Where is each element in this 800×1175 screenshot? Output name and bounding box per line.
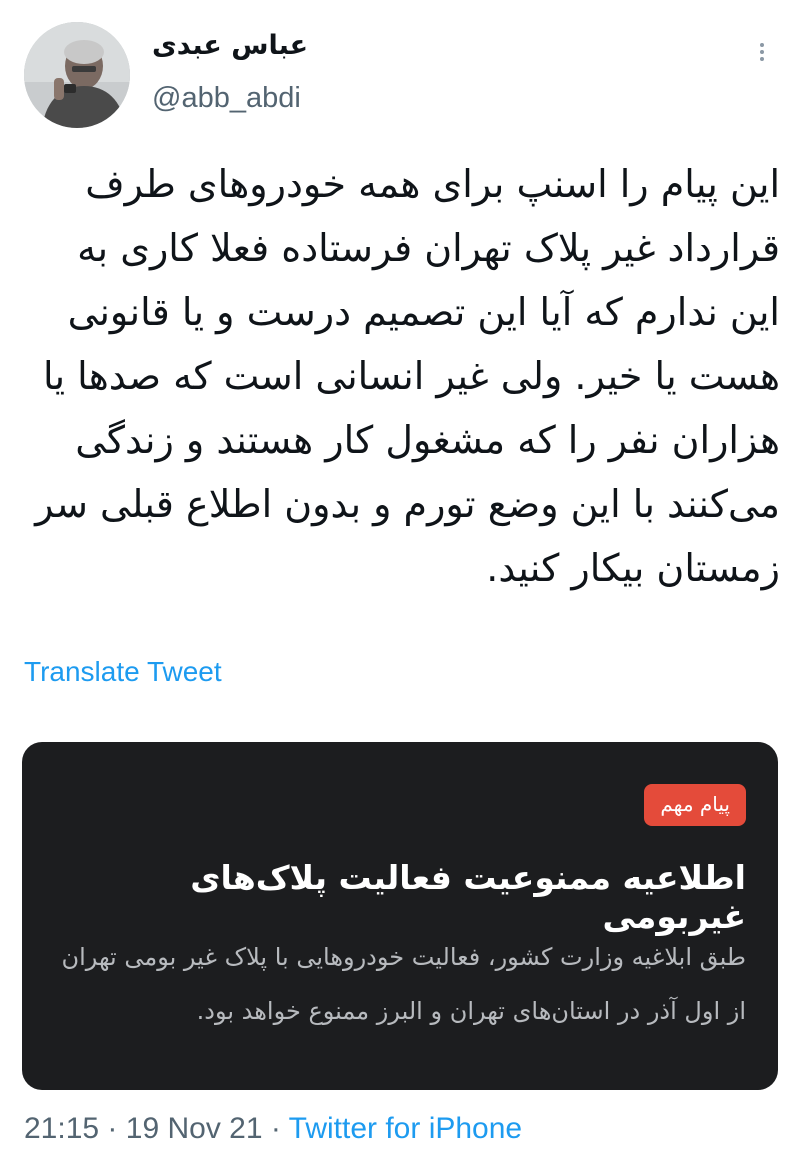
tweet-metadata: 21:15 · 19 Nov 21 · Twitter for iPhone — [24, 1112, 522, 1146]
image-headline: اطلاعیه ممنوعیت فعالیت پلاک‌های غیربومی — [190, 858, 746, 936]
tweet-header: عباس عبدی @abb_abdi — [0, 0, 800, 140]
more-vertical-icon[interactable] — [752, 40, 772, 68]
tweet-text: این پیام را اسنپ برای همه خودروهای طرف ق… — [35, 162, 780, 590]
user-photo-icon — [24, 22, 130, 128]
tweet-time[interactable]: 21:15 — [24, 1112, 99, 1145]
important-message-badge: پیام مهم — [644, 784, 746, 826]
author-handle[interactable]: @abb_abdi — [152, 82, 301, 115]
separator-dot: · — [270, 1112, 281, 1145]
tweet-date[interactable]: 19 Nov 21 — [126, 1112, 263, 1145]
attached-image[interactable]: پیام مهم اطلاعیه ممنوعیت فعالیت پلاک‌های… — [22, 742, 778, 1090]
author-name[interactable]: عباس عبدی — [152, 30, 308, 61]
image-body-text: طبق ابلاغیه وزارت کشور، فعالیت خودروهایی… — [61, 943, 746, 1025]
separator-dot: · — [107, 1112, 118, 1145]
tweet-source-link[interactable]: Twitter for iPhone — [289, 1112, 522, 1145]
translate-tweet-link[interactable]: Translate Tweet — [24, 656, 222, 688]
author-avatar[interactable] — [24, 22, 130, 128]
